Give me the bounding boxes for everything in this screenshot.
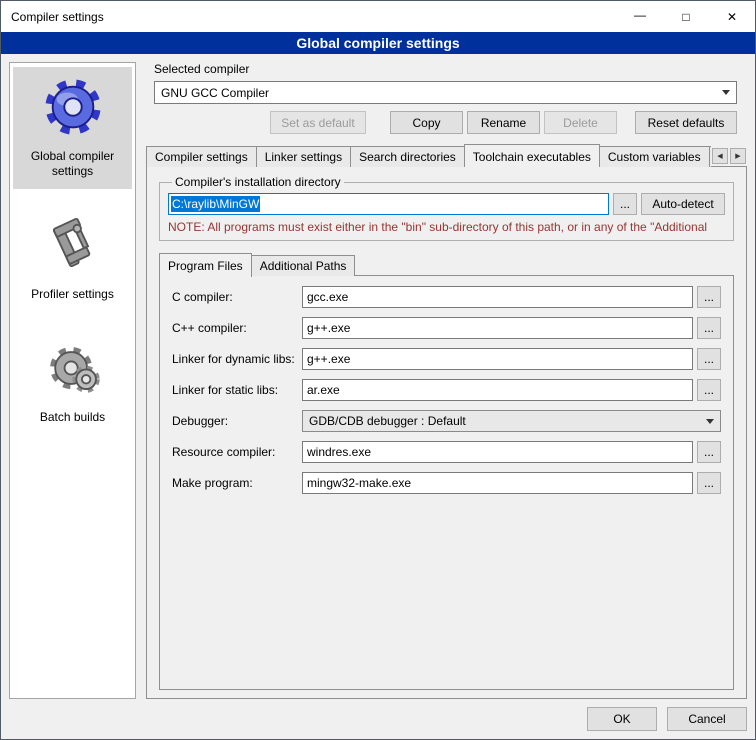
resource-compiler-input[interactable]: [302, 441, 693, 463]
dynamic-linker-label: Linker for dynamic libs:: [172, 352, 298, 366]
blue-gear-icon: [41, 75, 105, 139]
make-program-label: Make program:: [172, 476, 298, 490]
dialog-footer: OK Cancel: [9, 699, 747, 731]
cpp-compiler-browse-button[interactable]: ...: [697, 317, 721, 339]
program-files-panel: C compiler: ... C++ compiler: ... Linker…: [159, 275, 734, 690]
browse-directory-button[interactable]: ...: [613, 193, 637, 215]
close-icon: ✕: [727, 10, 737, 24]
c-compiler-browse-button[interactable]: ...: [697, 286, 721, 308]
selected-compiler-label: Selected compiler: [154, 62, 747, 76]
maximize-icon: □: [682, 10, 689, 24]
arrow-right-icon: ▶: [735, 152, 740, 160]
chevron-down-icon: [722, 90, 730, 95]
reset-defaults-button[interactable]: Reset defaults: [635, 111, 737, 134]
debugger-select[interactable]: GDB/CDB debugger : Default: [302, 410, 721, 432]
toolchain-executables-panel: Compiler's installation directory C:\ray…: [146, 166, 747, 699]
window-controls: — □ ✕: [617, 1, 755, 32]
profiler-tool-icon: [41, 213, 105, 277]
installation-directory-input[interactable]: C:\raylib\MinGW: [168, 193, 609, 215]
sidebar-item-label: Profiler settings: [31, 287, 114, 302]
tab-program-files[interactable]: Program Files: [159, 253, 252, 277]
form-row-make-program: Make program: ...: [172, 472, 721, 494]
main-panel: Selected compiler GNU GCC Compiler Set a…: [146, 62, 747, 699]
window-title: Compiler settings: [1, 10, 617, 24]
resource-compiler-label: Resource compiler:: [172, 445, 298, 459]
cancel-button[interactable]: Cancel: [667, 707, 747, 731]
ok-button[interactable]: OK: [587, 707, 657, 731]
form-row-c-compiler: C compiler: ...: [172, 286, 721, 308]
sidebar-item-global-compiler-settings[interactable]: Global compiler settings: [13, 67, 132, 189]
banner: Global compiler settings: [1, 32, 755, 54]
c-compiler-label: C compiler:: [172, 290, 298, 304]
set-as-default-button[interactable]: Set as default: [270, 111, 366, 134]
tab-linker-settings[interactable]: Linker settings: [256, 146, 351, 167]
static-linker-input[interactable]: [302, 379, 693, 401]
arrow-left-icon: ◀: [717, 152, 722, 160]
tab-toolchain-executables[interactable]: Toolchain executables: [464, 144, 600, 167]
compiler-settings-window: Compiler settings — □ ✕ Global compiler …: [0, 0, 756, 740]
tab-scroll-controls: ◀ ▶: [712, 148, 746, 164]
sidebar-item-profiler-settings[interactable]: Profiler settings: [13, 205, 132, 312]
tab-scroll-right-button[interactable]: ▶: [730, 148, 746, 164]
form-row-cpp-compiler: C++ compiler: ...: [172, 317, 721, 339]
form-row-static-linker: Linker for static libs: ...: [172, 379, 721, 401]
installation-directory-group: Compiler's installation directory C:\ray…: [159, 175, 734, 241]
auto-detect-button[interactable]: Auto-detect: [641, 193, 725, 215]
close-button[interactable]: ✕: [709, 1, 755, 32]
tabs-strip: Compiler settings Linker settings Search…: [146, 143, 711, 167]
sidebar-item-batch-builds[interactable]: Batch builds: [13, 328, 132, 435]
dynamic-linker-browse-button[interactable]: ...: [697, 348, 721, 370]
rename-button[interactable]: Rename: [467, 111, 540, 134]
sidebar-item-label: Batch builds: [40, 410, 105, 425]
static-linker-label: Linker for static libs:: [172, 383, 298, 397]
tab-compiler-settings[interactable]: Compiler settings: [146, 146, 257, 167]
make-program-input[interactable]: [302, 472, 693, 494]
tab-additional-paths[interactable]: Additional Paths: [251, 255, 356, 276]
selected-compiler-dropdown[interactable]: GNU GCC Compiler: [154, 81, 737, 104]
debugger-label: Debugger:: [172, 414, 298, 428]
maximize-button[interactable]: □: [663, 1, 709, 32]
sidebar: Global compiler settings: [9, 62, 136, 699]
dynamic-linker-input[interactable]: [302, 348, 693, 370]
minimize-button[interactable]: —: [617, 1, 663, 32]
settings-tabbar: Compiler settings Linker settings Search…: [146, 143, 747, 167]
sidebar-item-label: Global compiler settings: [15, 149, 130, 179]
minimize-icon: —: [634, 8, 646, 22]
cpp-compiler-label: C++ compiler:: [172, 321, 298, 335]
selected-compiler-value: GNU GCC Compiler: [161, 86, 716, 100]
resource-compiler-browse-button[interactable]: ...: [697, 441, 721, 463]
tab-scroll-left-button[interactable]: ◀: [712, 148, 728, 164]
tab-search-directories[interactable]: Search directories: [350, 146, 465, 167]
cpp-compiler-input[interactable]: [302, 317, 693, 339]
installation-directory-value: C:\raylib\MinGW: [171, 196, 260, 212]
chevron-down-icon: [706, 419, 714, 424]
titlebar: Compiler settings — □ ✕: [1, 1, 755, 32]
note-text: NOTE: All programs must exist either in …: [168, 220, 725, 234]
installation-directory-label: Compiler's installation directory: [172, 175, 344, 189]
form-row-debugger: Debugger: GDB/CDB debugger : Default: [172, 410, 721, 432]
tab-custom-variables[interactable]: Custom variables: [599, 146, 710, 167]
tab-build-options[interactable]: Buil: [709, 146, 711, 167]
copy-button[interactable]: Copy: [390, 111, 463, 134]
form-row-resource-compiler: Resource compiler: ...: [172, 441, 721, 463]
c-compiler-input[interactable]: [302, 286, 693, 308]
static-linker-browse-button[interactable]: ...: [697, 379, 721, 401]
program-tabbar: Program Files Additional Paths: [159, 253, 734, 276]
compiler-actions: Set as default Copy Rename Delete Reset …: [154, 111, 737, 134]
banner-title: Global compiler settings: [296, 35, 459, 51]
debugger-value: GDB/CDB debugger : Default: [309, 414, 700, 428]
make-program-browse-button[interactable]: ...: [697, 472, 721, 494]
delete-button[interactable]: Delete: [544, 111, 617, 134]
form-row-dynamic-linker: Linker for dynamic libs: ...: [172, 348, 721, 370]
gray-gears-icon: [41, 336, 105, 400]
